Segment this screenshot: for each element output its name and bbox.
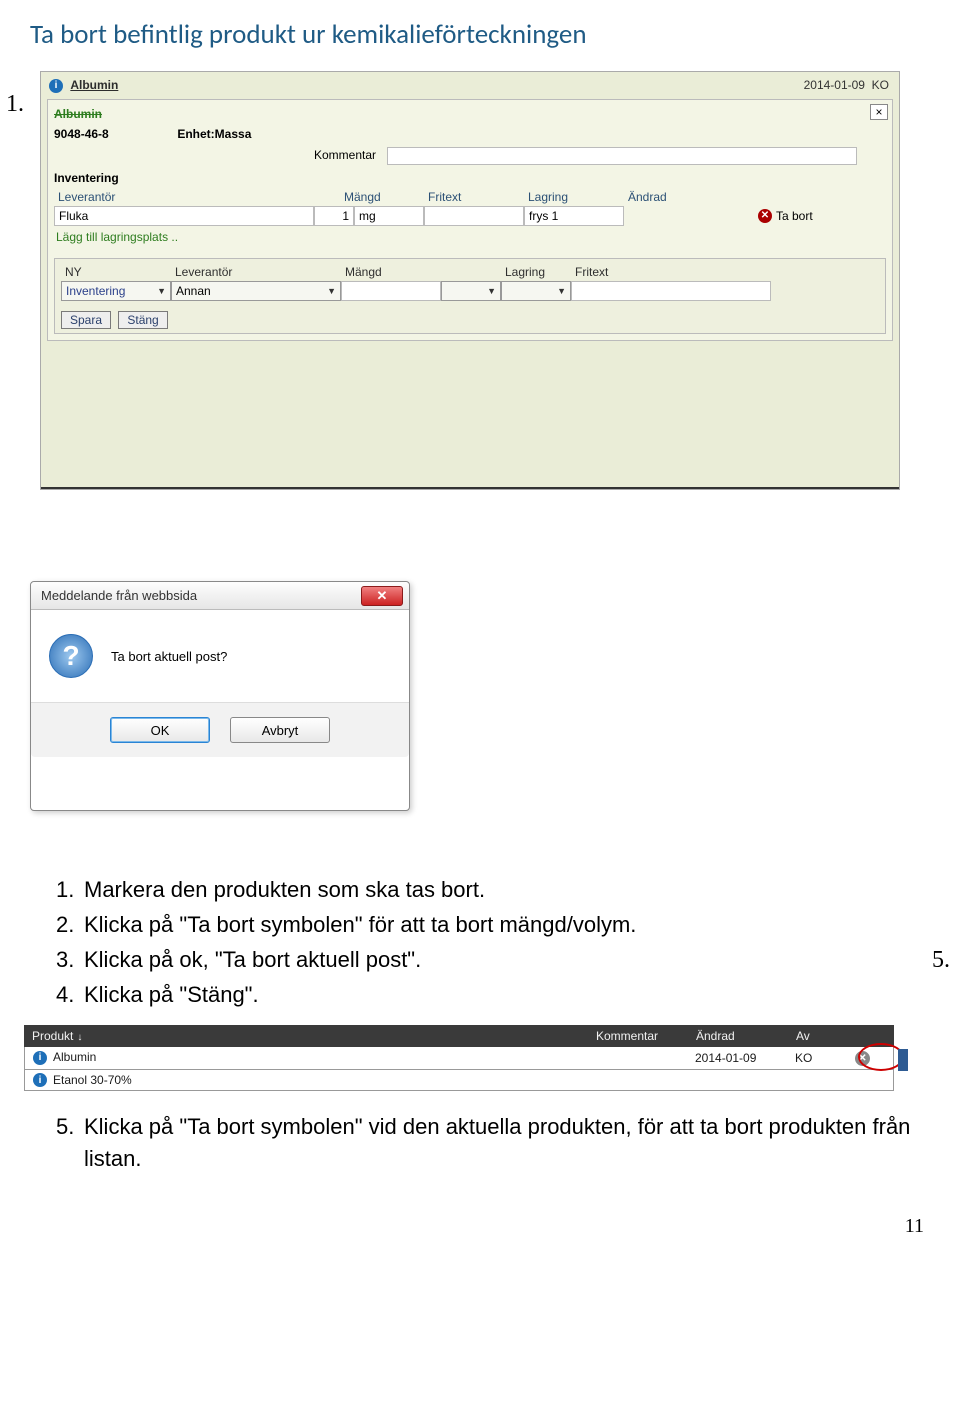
page-title: Ta bort befintlig produkt ur kemikaliefö… bbox=[0, 0, 960, 61]
detail-header-date: 2014-01-09 KO bbox=[804, 78, 889, 92]
col-lagring: Lagring bbox=[524, 188, 624, 206]
instr-5: Klicka på "Ta bort symbolen" vid den akt… bbox=[84, 1111, 930, 1175]
new-entry-box: NY Leverantör Mängd Lagring Fritext Inve… bbox=[54, 258, 886, 334]
cell-lagring[interactable]: frys 1 bbox=[524, 206, 624, 226]
pl-name-0: Albumin bbox=[53, 1050, 96, 1064]
info-icon: i bbox=[33, 1073, 47, 1087]
dialog-close-button[interactable]: ✕ bbox=[361, 586, 403, 606]
dialog-titlebar: Meddelande från webbsida ✕ bbox=[31, 582, 409, 610]
pl-col-produkt[interactable]: Produkt↓ bbox=[32, 1029, 596, 1043]
input-fritext[interactable] bbox=[571, 281, 771, 301]
instr-3: Klicka på ok, "Ta bort aktuell post". bbox=[84, 944, 421, 976]
cas-number: 9048-46-8 bbox=[54, 127, 174, 141]
stang-button[interactable]: Stäng bbox=[118, 311, 167, 329]
section-inventering: Inventering bbox=[54, 168, 886, 188]
dialog-title-text: Meddelande från webbsida bbox=[41, 588, 197, 603]
instr-4: Klicka på "Stäng". bbox=[84, 979, 259, 1011]
add-storage-link[interactable]: Lägg till lagringsplats .. bbox=[54, 226, 886, 248]
new-entry-row: Inventering▼ Annan▼ ▼ ▼ bbox=[61, 281, 879, 301]
row-delete-icon[interactable]: ✕ bbox=[855, 1051, 870, 1066]
info-icon: i bbox=[49, 79, 63, 93]
enhet-label: Enhet:Massa bbox=[177, 127, 251, 141]
screenshot-1-area: 1. 2. 4. i Albumin 2014-01-09 KO × Album… bbox=[0, 71, 960, 551]
pl-andrad-0: 2014-01-09 bbox=[695, 1051, 795, 1065]
detail-panel: × Albumin 9048-46-8 Enhet:Massa Kommenta… bbox=[47, 99, 893, 341]
pl-name-1: Etanol 30-70% bbox=[53, 1073, 132, 1087]
col2-mangd: Mängd bbox=[341, 263, 441, 281]
spara-button[interactable]: Spara bbox=[61, 311, 111, 329]
cell-delete[interactable]: ✕ Ta bort bbox=[754, 206, 854, 226]
col2-lagring: Lagring bbox=[501, 263, 571, 281]
cell-andrad bbox=[624, 206, 754, 226]
select-unit[interactable]: ▼ bbox=[441, 281, 501, 301]
product-row[interactable]: i Albumin 2014-01-09 KO ✕ bbox=[24, 1047, 894, 1070]
col-blank bbox=[754, 188, 854, 206]
screenshot-2-area: 3. Meddelande från webbsida ✕ ? Ta bort … bbox=[0, 581, 960, 851]
col-fritext: Fritext bbox=[424, 188, 524, 206]
cell-mangd-n[interactable]: 1 bbox=[314, 206, 354, 226]
instr-1: Markera den produkten som ska tas bort. bbox=[84, 874, 485, 906]
product-name-strikethrough: Albumin bbox=[54, 107, 102, 121]
cell-mangd-u[interactable]: mg bbox=[354, 206, 424, 226]
close-icon[interactable]: × bbox=[870, 104, 888, 120]
cell-leverantor[interactable]: Fluka bbox=[54, 206, 314, 226]
col-andrad: Ändrad bbox=[624, 188, 754, 206]
select-lagring[interactable]: ▼ bbox=[501, 281, 571, 301]
col-leverantor: Leverantör bbox=[54, 188, 314, 206]
col2-fritext: Fritext bbox=[571, 263, 771, 281]
page-number: 11 bbox=[0, 1175, 960, 1238]
detail-header-name: Albumin bbox=[70, 78, 118, 92]
instr-2: Klicka på "Ta bort symbolen" för att ta … bbox=[84, 909, 636, 941]
callout-1: 1. bbox=[6, 91, 24, 118]
ok-button[interactable]: OK bbox=[110, 717, 210, 743]
input-mangd[interactable] bbox=[341, 281, 441, 301]
col2-leverantor: Leverantör bbox=[171, 263, 341, 281]
product-list-header: Produkt↓ Kommentar Ändrad Av bbox=[24, 1025, 894, 1047]
avbryt-button[interactable]: Avbryt bbox=[230, 717, 330, 743]
question-icon: ? bbox=[49, 634, 93, 678]
dialog-message: Ta bort aktuell post? bbox=[111, 649, 227, 664]
kommentar-label: Kommentar bbox=[314, 148, 384, 162]
info-icon: i bbox=[33, 1051, 47, 1065]
col2-ny: NY bbox=[61, 263, 171, 281]
new-entry-header: NY Leverantör Mängd Lagring Fritext bbox=[61, 263, 879, 281]
instruction-list-a: 1.Markera den produkten som ska tas bort… bbox=[0, 851, 960, 1011]
pl-col-kommentar[interactable]: Kommentar bbox=[596, 1029, 696, 1043]
col2-blank bbox=[441, 263, 501, 281]
blue-strip bbox=[898, 1049, 908, 1071]
select-leverantor[interactable]: Annan▼ bbox=[171, 281, 341, 301]
callout-5: 5. bbox=[932, 943, 950, 978]
dialog-body: ? Ta bort aktuell post? bbox=[31, 610, 409, 702]
col-mangd: Mängd bbox=[314, 188, 424, 206]
select-ny[interactable]: Inventering▼ bbox=[61, 281, 171, 301]
cell-fritext[interactable] bbox=[424, 206, 524, 226]
pl-av-0: KO bbox=[795, 1051, 855, 1065]
product-row[interactable]: i Etanol 30-70% bbox=[24, 1070, 894, 1092]
confirm-dialog: Meddelande från webbsida ✕ ? Ta bort akt… bbox=[30, 581, 410, 811]
kommentar-input[interactable] bbox=[387, 147, 857, 165]
inventory-grid-header: Leverantör Mängd Fritext Lagring Ändrad bbox=[54, 188, 886, 206]
delete-icon: ✕ bbox=[758, 209, 772, 223]
instruction-list-b: 5.Klicka på "Ta bort symbolen" vid den a… bbox=[0, 1091, 960, 1175]
product-list-screenshot: Produkt↓ Kommentar Ändrad Av i Albumin 20… bbox=[24, 1025, 894, 1092]
detail-header-row[interactable]: i Albumin 2014-01-09 KO bbox=[41, 72, 899, 95]
pl-col-av[interactable]: Av bbox=[796, 1029, 856, 1043]
pl-col-andrad[interactable]: Ändrad bbox=[696, 1029, 796, 1043]
delete-label: Ta bort bbox=[776, 209, 813, 223]
sort-down-icon: ↓ bbox=[77, 1032, 82, 1043]
chemical-detail-window: i Albumin 2014-01-09 KO × Albumin 9048-4… bbox=[40, 71, 900, 490]
inventory-grid-row: Fluka 1 mg frys 1 ✕ Ta bort bbox=[54, 206, 886, 226]
dialog-footer: OK Avbryt bbox=[31, 702, 409, 757]
